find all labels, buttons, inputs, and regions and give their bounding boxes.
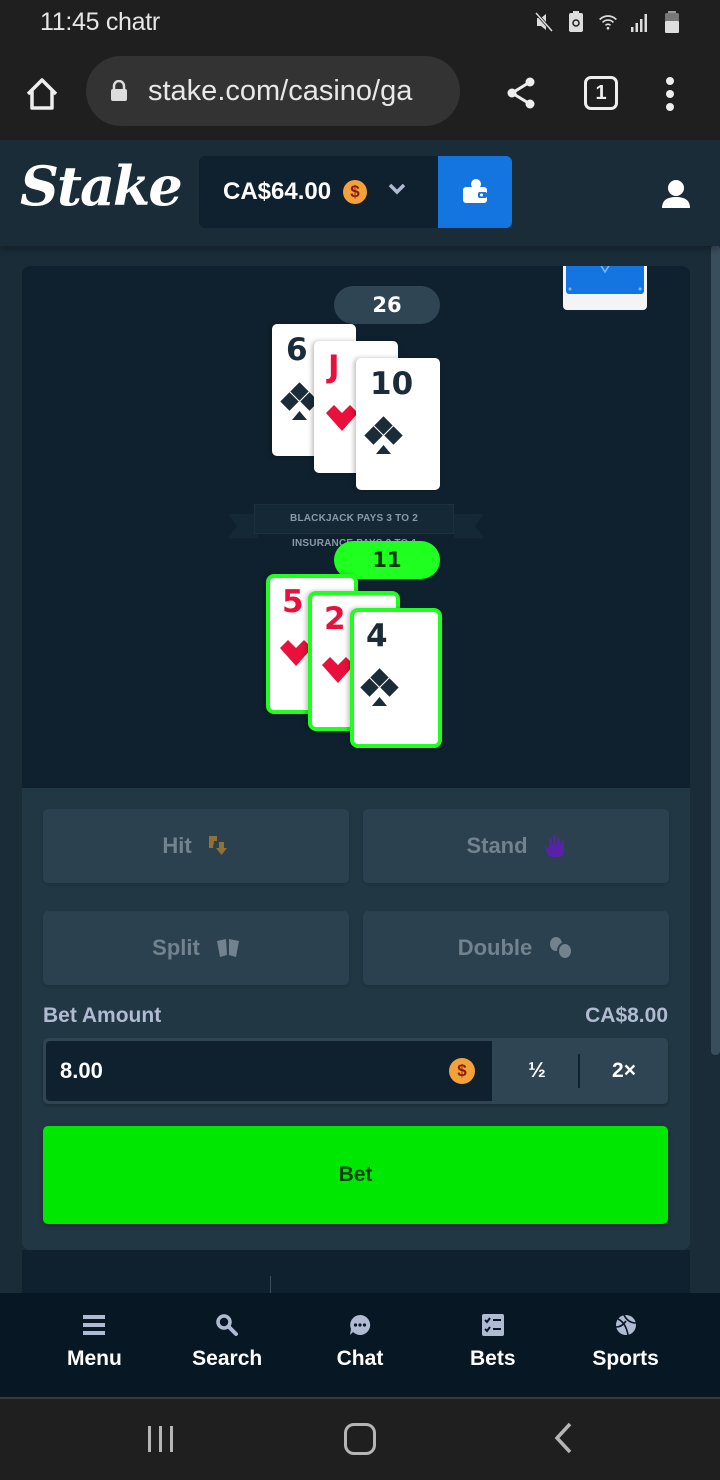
blackjack-table: 26 6 J 10 BLACKJACK PAYS 3 TO 2 INSURANC…	[22, 266, 690, 788]
nav-sports[interactable]: Sports	[571, 1293, 681, 1397]
blackjack-pays-banner: BLACKJACK PAYS 3 TO 2	[254, 504, 454, 534]
banner-ribbon-right	[454, 514, 484, 538]
double-bet-button[interactable]: 2×	[581, 1038, 667, 1104]
split-label: Split	[152, 935, 200, 960]
deck-card-back	[566, 266, 644, 294]
chevron-down-icon	[388, 183, 406, 195]
browser-toolbar: stake.com/casino/ga 1	[0, 46, 720, 140]
system-home-button[interactable]	[344, 1423, 376, 1455]
card-rank: 5	[282, 584, 304, 620]
stand-button[interactable]: Stand	[363, 809, 669, 883]
card-rank: 10	[370, 366, 414, 402]
nav-bets[interactable]: Bets	[438, 1293, 548, 1397]
nav-menu-label: Menu	[66, 1347, 122, 1370]
hit-button[interactable]: Hit	[43, 809, 349, 883]
bet-divider	[578, 1054, 580, 1088]
hit-label: Hit	[162, 833, 192, 858]
wifi-icon	[599, 15, 617, 30]
battery-saver-icon	[569, 11, 583, 32]
split-button[interactable]: Split	[43, 911, 349, 985]
card-rank: 6	[286, 332, 308, 368]
coin-icon: $	[343, 180, 367, 204]
double-icon	[550, 937, 574, 960]
balance-selector[interactable]: CA$64.00 $	[199, 156, 439, 228]
bet-button[interactable]: Bet	[43, 1126, 668, 1224]
bets-icon	[481, 1314, 504, 1336]
mute-icon	[534, 12, 554, 32]
double-label: Double	[457, 935, 533, 960]
search-icon	[216, 1314, 239, 1336]
half-bet-button[interactable]: ½	[495, 1038, 579, 1104]
nav-search[interactable]: Search	[172, 1293, 282, 1397]
blackjack-game: 26 6 J 10 BLACKJACK PAYS 3 TO 2 INSURANC…	[22, 266, 690, 1250]
tabs-button[interactable]: 1	[584, 76, 618, 110]
nav-sports-label: Sports	[592, 1347, 659, 1370]
hand-icon	[544, 835, 564, 857]
stake-logo[interactable]: Stake	[20, 154, 183, 218]
home-icon[interactable]	[22, 74, 62, 114]
nav-menu[interactable]: Menu	[39, 1293, 149, 1397]
nav-chat[interactable]: Chat	[305, 1293, 415, 1397]
nav-chat-label: Chat	[336, 1347, 384, 1370]
bottom-navigation: Menu Search Chat Bets Sports	[0, 1293, 720, 1397]
status-icons	[534, 10, 682, 34]
player-card: 4	[350, 608, 442, 748]
balance-amount: CA$64.00	[223, 178, 332, 205]
bet-amount-group: $ ½ 2×	[43, 1038, 668, 1104]
double-button[interactable]: Double	[363, 911, 669, 985]
recent-apps-icon[interactable]	[146, 1423, 176, 1455]
wallet-icon	[463, 179, 487, 203]
game-footer-area	[22, 1250, 690, 1294]
site-header: Stake CA$64.00 $	[0, 140, 720, 246]
nav-bets-label: Bets	[470, 1347, 516, 1370]
hit-icon	[208, 836, 227, 855]
more-vertical-icon[interactable]	[662, 74, 678, 114]
nav-search-label: Search	[192, 1347, 263, 1370]
footer-divider	[270, 1276, 271, 1294]
user-icon[interactable]	[660, 178, 692, 210]
battery-icon	[665, 11, 679, 33]
bet-amount-label: Bet Amount	[43, 1004, 162, 1027]
clubs-suit-icon	[360, 668, 399, 706]
stand-label: Stand	[466, 833, 528, 858]
coin-icon: $	[449, 1058, 475, 1084]
back-icon[interactable]	[552, 1421, 574, 1455]
clubs-suit-icon	[364, 416, 403, 454]
menu-icon	[83, 1315, 106, 1335]
share-icon[interactable]	[505, 76, 537, 110]
url-text: stake.com/casino/ga	[148, 75, 413, 107]
dealer-score: 26	[334, 286, 440, 324]
chat-icon	[349, 1314, 371, 1335]
card-deck	[563, 266, 647, 310]
page-scrollbar[interactable]	[711, 245, 720, 1055]
lock-icon	[111, 80, 127, 101]
url-bar[interactable]: stake.com/casino/ga	[86, 56, 460, 126]
card-rank: J	[328, 349, 340, 385]
card-rank: 2	[324, 601, 346, 637]
card-rank: 4	[366, 618, 388, 654]
sports-icon	[615, 1314, 636, 1336]
bet-amount-input[interactable]	[46, 1041, 492, 1101]
status-bar: 11:45 chatr	[0, 0, 720, 46]
dealer-card: 10	[356, 358, 440, 490]
split-icon	[216, 939, 239, 957]
status-time-carrier: 11:45 chatr	[40, 8, 160, 36]
signal-icon	[631, 14, 647, 32]
bet-converted-amount: CA$8.00	[585, 1004, 668, 1027]
system-navigation-bar	[0, 1397, 720, 1480]
wallet-button[interactable]	[438, 156, 512, 228]
